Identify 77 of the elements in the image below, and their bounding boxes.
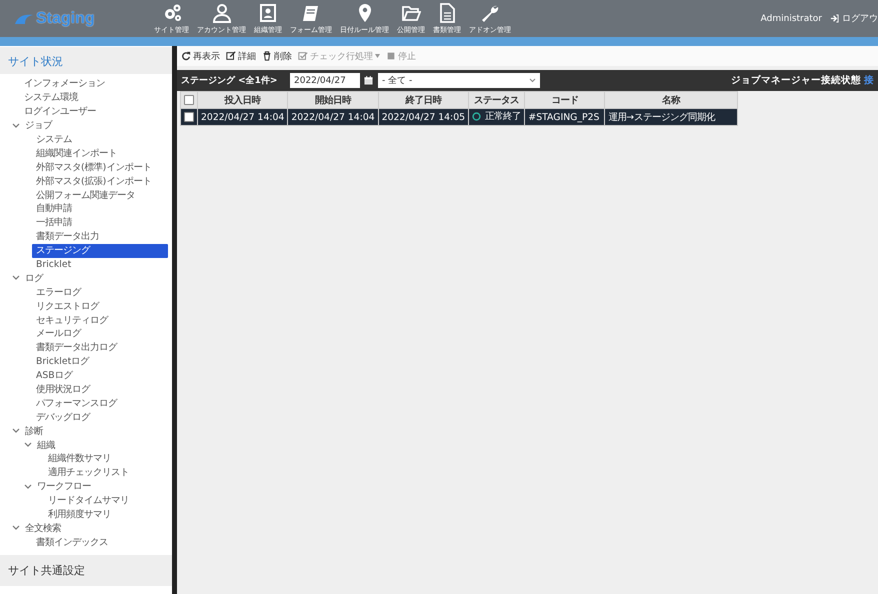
chevron-down-icon [12, 275, 20, 282]
logout-icon [830, 14, 839, 23]
tree-item[interactable]: 適用チェックリスト [0, 466, 172, 480]
section-title: サイト共通設定 [0, 555, 172, 586]
table-cell: 2022/04/27 14:04 [201, 112, 284, 122]
tree-group-item[interactable]: ログ [0, 271, 172, 286]
section-title: サイト状況 [0, 47, 172, 74]
stop-icon [386, 51, 396, 61]
date-field[interactable]: 2022/04/27 [290, 73, 360, 88]
column-header[interactable]: コード [524, 92, 605, 108]
tree-item[interactable]: リクエストログ [0, 299, 172, 314]
tree-group-item[interactable]: 診断 [0, 424, 172, 438]
person-icon [212, 2, 232, 22]
tree-item[interactable]: リードタイムサマリ [0, 494, 172, 508]
tree-item[interactable]: 利用頻度サマリ [0, 508, 172, 522]
connection-status-value: 接 [864, 74, 874, 87]
column-header[interactable]: 終了日時 [378, 92, 469, 108]
toolbar-button[interactable]: 削除 [262, 50, 292, 62]
tree-item[interactable]: 自動申請 [0, 202, 172, 216]
tree-item[interactable]: 書類インデックス [0, 535, 172, 550]
doc-icon [437, 2, 457, 22]
tree-item[interactable]: デバッグログ [0, 410, 172, 424]
tree-item[interactable]: システム環境 [0, 90, 172, 105]
tree-group-item[interactable]: ワークフロー [0, 480, 172, 494]
tree-item[interactable]: エラーログ [0, 285, 172, 300]
chevron-down-icon [24, 484, 32, 490]
tree-item[interactable]: 組織関連インポート [0, 146, 172, 160]
tree-item[interactable]: 外部マスタ(拡張)インポート [0, 174, 172, 188]
column-header[interactable]: 名称 [604, 92, 738, 108]
tree-item[interactable]: ASBログ [0, 368, 172, 383]
user-name: Administrator [760, 14, 822, 24]
tree-item[interactable]: Bricklet [0, 258, 172, 272]
connection-status-label: ジョブマネージャー接続状態 [731, 74, 861, 87]
tree-item[interactable]: 組織件数サマリ [0, 452, 172, 466]
column-header[interactable]: 投入日時 [198, 92, 288, 108]
tree-item[interactable]: システム [0, 132, 172, 146]
check-icon [298, 51, 308, 61]
chevron-down-icon [529, 78, 536, 83]
tree-item[interactable]: Brickletログ [0, 354, 172, 369]
tree-item[interactable]: インフォメーション [0, 77, 172, 91]
trash-icon [262, 51, 272, 61]
table-row[interactable]: 2022/04/27 14:04 2022/04/27 14:04 2022/04/27 14:05 正常終了 #STAGING_P2S 運用→ステージング同期化 [180, 108, 738, 126]
tree-item[interactable]: ログインユーザー [0, 104, 172, 119]
tree-item[interactable]: 一括申請 [0, 216, 172, 230]
tree-item[interactable]: セキュリティログ [0, 313, 172, 328]
tree-item[interactable]: パフォーマンスログ [0, 396, 172, 410]
column-header[interactable]: 開始日時 [288, 92, 378, 108]
chevron-down-icon [12, 525, 20, 532]
tree-item[interactable]: 外部マスタ(標準)インポート [0, 160, 172, 174]
chevron-down-icon [12, 122, 20, 129]
toolbar-button[interactable]: 詳細 [226, 50, 256, 62]
tree-group-item[interactable]: 組織 [0, 438, 172, 452]
table-cell: 運用→ステージング同期化 [608, 112, 716, 122]
tree-item[interactable]: ステージング [32, 244, 168, 258]
column-header[interactable]: ステータス [468, 92, 525, 108]
panel-title: ステージング <全1件> [181, 74, 278, 87]
tree-item[interactable]: 書類データ出力 [0, 230, 172, 244]
table-cell: #STAGING_P2S [528, 112, 600, 122]
card-icon [258, 2, 278, 22]
tree-group-item[interactable]: 全文検索 [0, 522, 172, 536]
tree-item[interactable]: 書類データ出力ログ [0, 340, 172, 355]
tree-item[interactable]: 公開フォーム関連データ [0, 188, 172, 202]
refresh-icon [181, 51, 191, 61]
logo-text: Staging [36, 10, 95, 28]
table-cell: 2022/04/27 14:05 [382, 112, 466, 122]
toolbar-button[interactable]: 再表示 [181, 50, 220, 62]
logout-link[interactable]: ログアウ [830, 12, 878, 25]
row-checkbox[interactable] [184, 112, 194, 122]
tree-group-item[interactable]: ジョブ [0, 118, 172, 133]
table-cell: 2022/04/27 14:04 [291, 112, 375, 122]
select-all-checkbox[interactable] [184, 94, 194, 105]
tree-item[interactable]: メールログ [0, 327, 172, 341]
table-cell: 正常終了 [485, 110, 522, 123]
tree-item[interactable]: 使用状況ログ [0, 382, 172, 396]
filter-dropdown[interactable]: - 全て - [378, 73, 540, 88]
calendar-icon[interactable] [364, 76, 373, 85]
edit-icon [226, 51, 236, 61]
